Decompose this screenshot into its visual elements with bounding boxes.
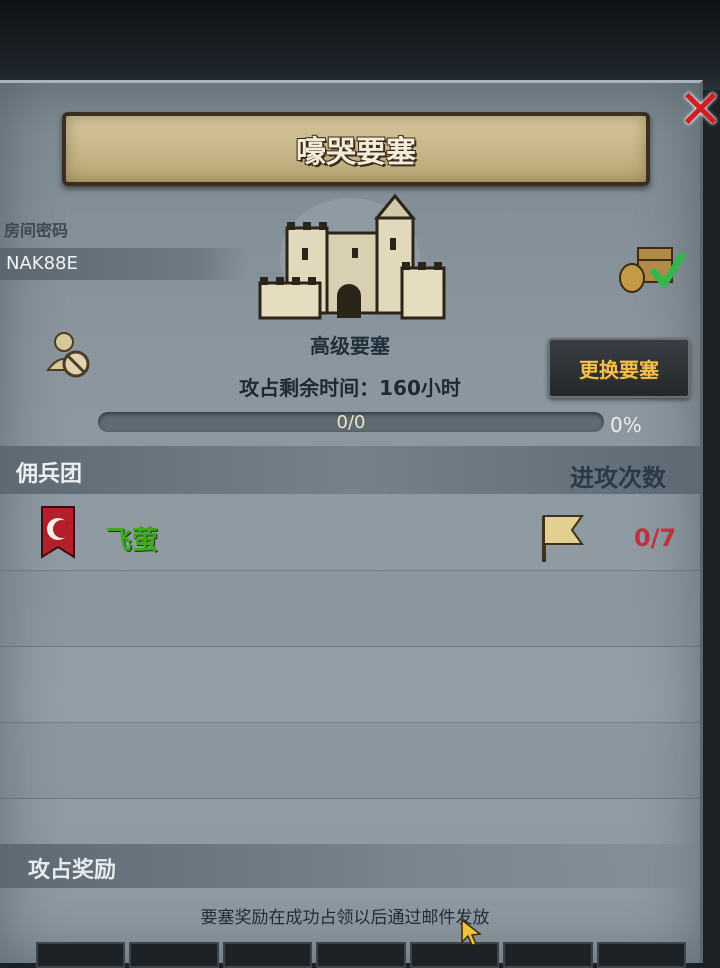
mercenary-section-label: 佣兵团 <box>16 462 83 487</box>
close-icon[interactable]: ✕ <box>678 80 720 140</box>
guild-name: 飞萤 <box>106 526 159 556</box>
attack-count-value: 0/7 <box>634 524 677 552</box>
top-background <box>0 0 720 90</box>
change-fortress-button[interactable]: 更换要塞 <box>548 338 690 398</box>
reward-slot[interactable] <box>503 942 593 968</box>
reward-slot[interactable] <box>409 942 500 968</box>
mercenary-row <box>0 494 700 571</box>
empty-row <box>0 722 700 799</box>
empty-row <box>0 570 700 647</box>
capture-progress-text: 0/0 <box>336 412 366 433</box>
page-title: 嚎哭要塞 <box>296 135 416 170</box>
user-blocked-icon <box>46 332 90 378</box>
reward-claimed-icon[interactable] <box>616 236 686 296</box>
reward-section-label: 攻占奖励 <box>28 858 117 883</box>
flag-icon[interactable] <box>538 512 586 564</box>
reward-slot[interactable] <box>222 942 313 968</box>
empty-row <box>0 646 700 723</box>
fortress-grade: 高级要塞 <box>310 334 390 358</box>
room-code-value: NAK88E <box>6 253 78 274</box>
room-code-label: 房间密码 <box>4 221 69 240</box>
capture-progress-percent: 0% <box>610 413 642 437</box>
reward-slot[interactable] <box>316 942 406 968</box>
reward-note: 要塞奖励在成功占领以后通过邮件发放 <box>200 908 490 928</box>
title-banner: 嚎哭要塞 <box>62 112 650 186</box>
reward-slot[interactable] <box>596 942 686 968</box>
reward-slot[interactable] <box>129 942 219 968</box>
crescent-banner-icon <box>41 506 75 559</box>
capture-time-remaining: 攻占剩余时间：160小时 <box>239 376 461 400</box>
castle-icon <box>258 193 446 320</box>
attack-count-header: 进攻次数 <box>570 464 666 492</box>
reward-slots <box>36 942 686 968</box>
cursor-icon <box>461 918 482 946</box>
reward-slot[interactable] <box>36 942 126 968</box>
